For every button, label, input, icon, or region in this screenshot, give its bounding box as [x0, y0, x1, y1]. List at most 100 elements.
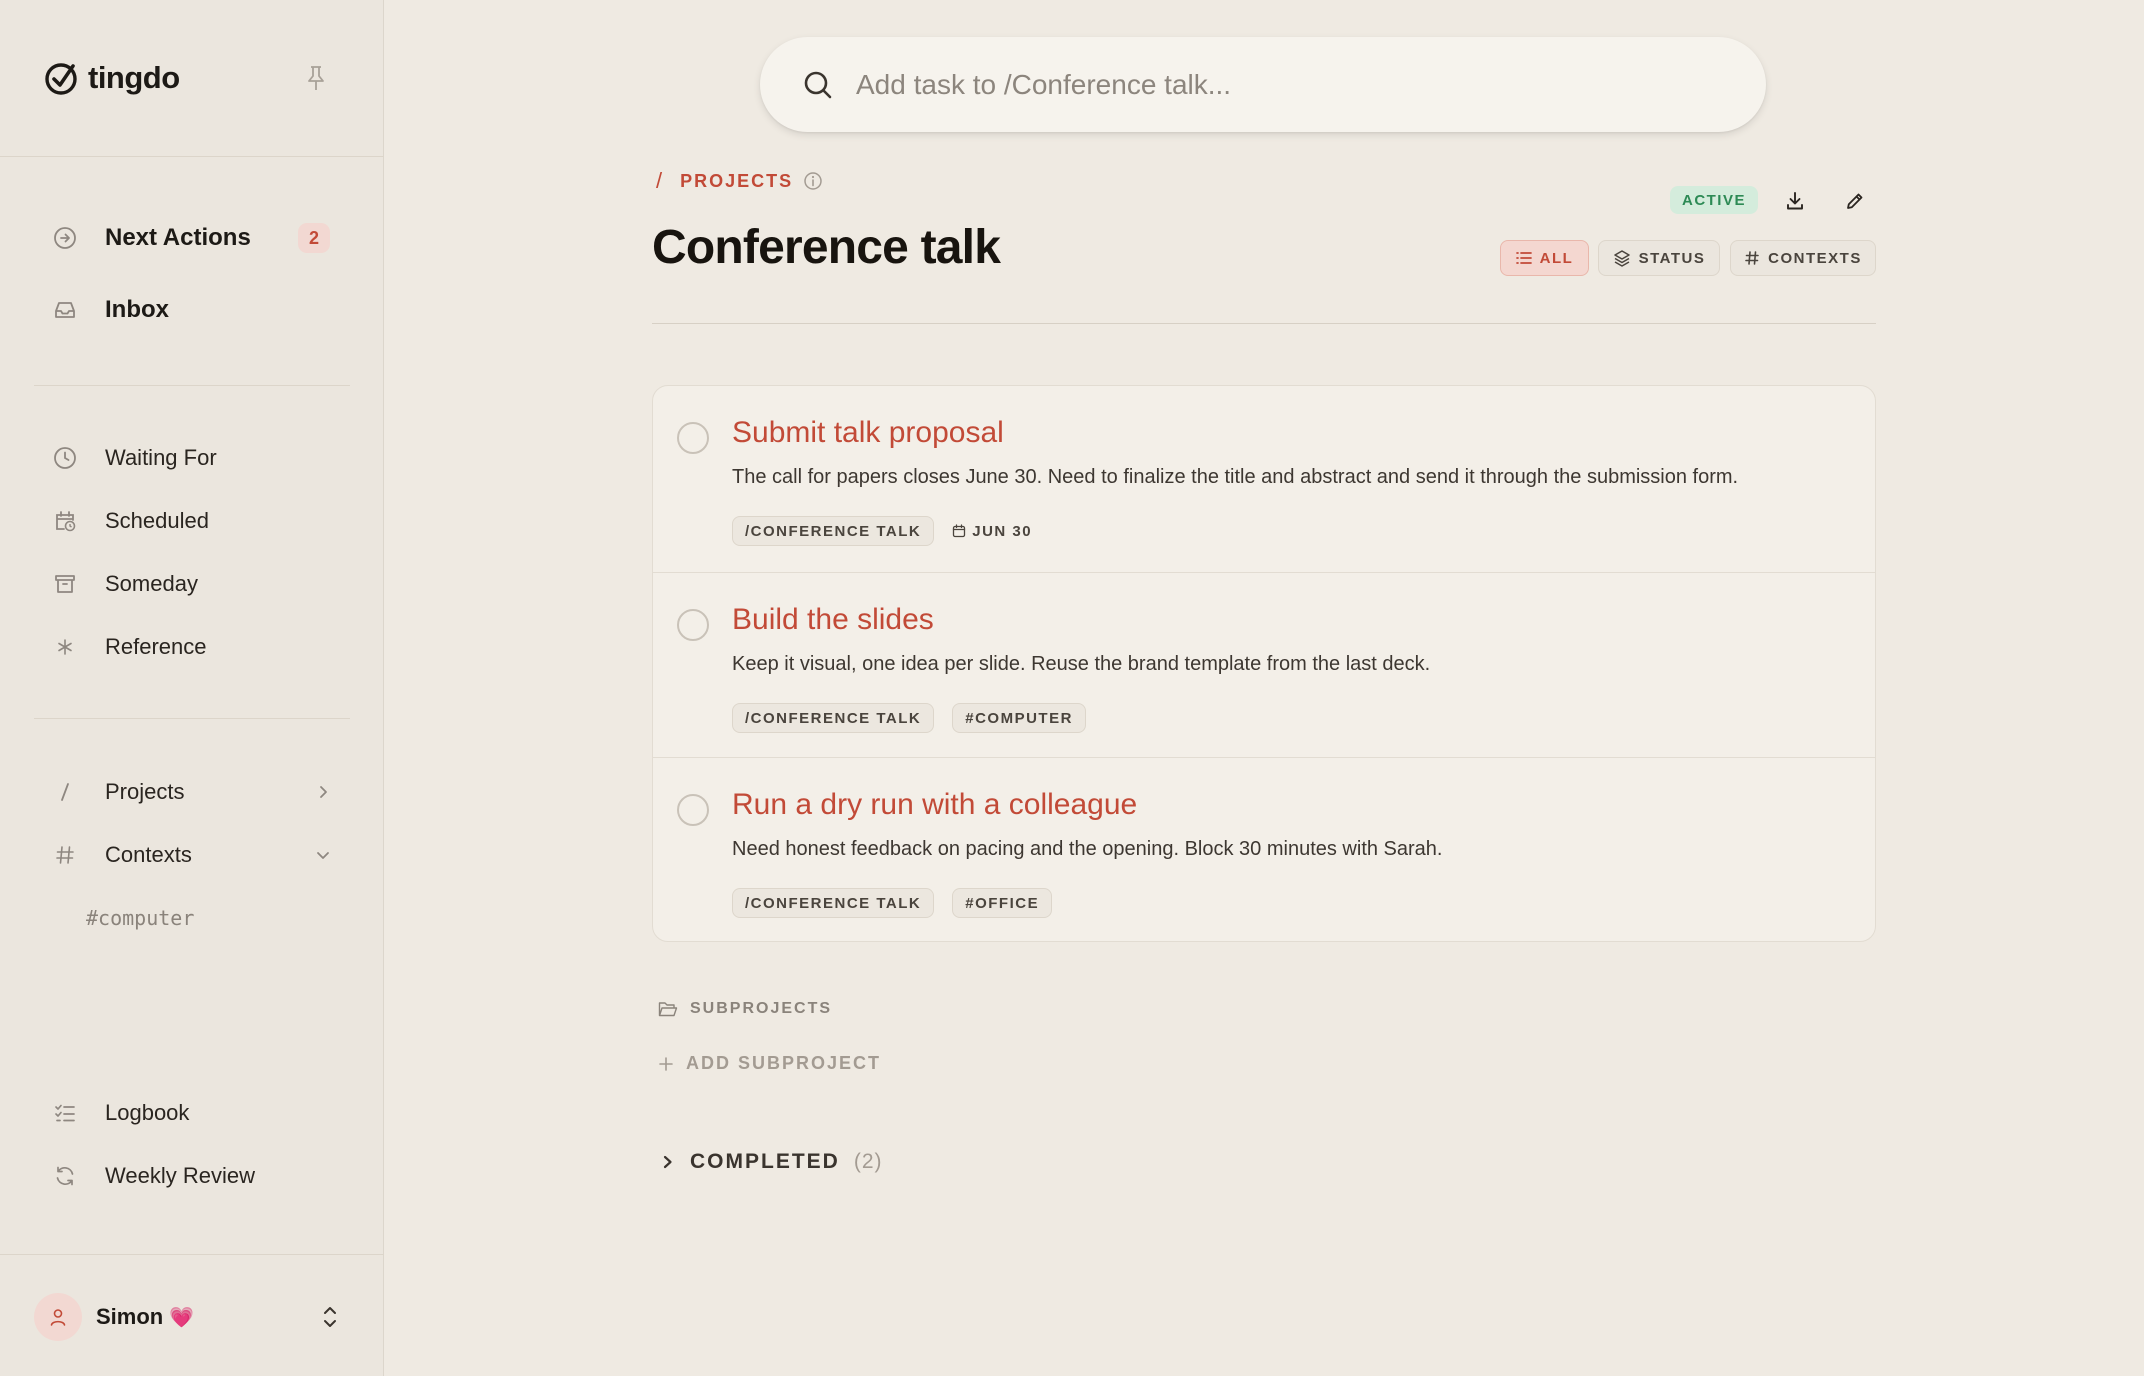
calendar-clock-icon	[52, 508, 78, 534]
pin-icon[interactable]	[304, 64, 328, 92]
task-checkbox[interactable]	[677, 422, 709, 454]
divider	[0, 1254, 384, 1255]
sidebar-item-weekly-review[interactable]: Weekly Review	[34, 1151, 350, 1201]
project-tag[interactable]: /CONFERENCE TALK	[732, 888, 935, 918]
project-tag[interactable]: /CONFERENCE TALK	[732, 516, 935, 546]
task-item[interactable]: Run a dry run with a colleague Need hone…	[653, 757, 1875, 941]
sidebar-item-projects[interactable]: Projects	[34, 767, 350, 817]
search-icon	[804, 71, 832, 98]
completed-toggle[interactable]: COMPLETED (2)	[660, 1150, 883, 1174]
add-task-bar[interactable]	[760, 37, 1766, 132]
sidebar-item-someday[interactable]: Someday	[34, 559, 350, 609]
slash-icon	[52, 779, 78, 805]
layers-icon	[1613, 250, 1630, 267]
due-date: JUN 30	[952, 523, 1032, 540]
user-icon	[50, 1309, 66, 1326]
task-description: Need honest feedback on pacing and the o…	[732, 838, 1443, 860]
chevron-right-icon	[663, 1155, 672, 1169]
task-item[interactable]: Submit talk proposal The call for papers…	[653, 386, 1875, 571]
task-description: Keep it visual, one idea per slide. Reus…	[732, 653, 1431, 675]
hash-icon	[1745, 251, 1759, 265]
task-title[interactable]: Submit talk proposal	[732, 416, 1004, 450]
folder-open-icon	[658, 1002, 678, 1017]
breadcrumb: / PROJECTS	[656, 168, 823, 194]
status-badge[interactable]: ACTIVE	[1670, 186, 1758, 214]
sidebar-item-label: Logbook	[105, 1100, 190, 1125]
page-title: Conference talk	[652, 221, 1001, 274]
breadcrumb-slash: /	[656, 168, 663, 193]
inbox-icon	[52, 297, 78, 323]
view-contexts-label: CONTEXTS	[1768, 249, 1862, 267]
sidebar-item-label: Projects	[105, 779, 185, 804]
sidebar-item-label: Scheduled	[105, 508, 209, 533]
clock-icon	[52, 445, 78, 471]
count-badge: 2	[298, 223, 330, 253]
divider	[0, 156, 384, 157]
user-menu[interactable]: Simon 💗	[34, 1292, 350, 1342]
context-tag[interactable]: #COMPUTER	[952, 703, 1086, 733]
sidebar-item-label: Weekly Review	[105, 1163, 255, 1188]
completed-label: COMPLETED	[690, 1150, 840, 1173]
sidebar-item-label: Inbox	[105, 296, 169, 323]
export-button[interactable]	[1780, 186, 1810, 216]
sidebar-item-contexts[interactable]: Contexts	[34, 830, 350, 880]
logo-check-icon	[45, 63, 77, 95]
header-divider	[652, 323, 1876, 324]
sidebar-item-label: Contexts	[105, 842, 192, 867]
sidebar-item-reference[interactable]: Reference	[34, 622, 350, 672]
sidebar-item-label: Someday	[105, 571, 198, 596]
task-tags: /CONFERENCE TALK #COMPUTER	[732, 703, 1086, 733]
refresh-icon	[52, 1163, 78, 1189]
divider	[34, 718, 350, 719]
chevron-right-icon[interactable]	[314, 783, 332, 801]
context-tag[interactable]: #OFFICE	[952, 888, 1053, 918]
subprojects-header: SUBPROJECTS	[658, 1000, 832, 1018]
sidebar-item-waiting-for[interactable]: Waiting For	[34, 433, 350, 483]
task-checkbox[interactable]	[677, 609, 709, 641]
sidebar-item-label: Reference	[105, 634, 207, 659]
heart-emoji: 💗	[169, 1306, 195, 1329]
view-all-button[interactable]: ALL	[1500, 240, 1589, 276]
task-description: The call for papers closes June 30. Need…	[732, 466, 1739, 488]
sidebar-item-logbook[interactable]: Logbook	[34, 1088, 350, 1138]
arrow-circle-icon	[52, 225, 78, 251]
info-icon[interactable]	[803, 171, 823, 191]
task-title[interactable]: Build the slides	[732, 603, 934, 637]
view-status-button[interactable]: STATUS	[1598, 240, 1720, 276]
list-icon	[1515, 252, 1532, 264]
chevron-up-down-icon[interactable]	[320, 1304, 340, 1330]
breadcrumb-projects[interactable]: PROJECTS	[680, 171, 793, 192]
archive-icon	[52, 571, 78, 597]
sidebar-item-scheduled[interactable]: Scheduled	[34, 496, 350, 546]
app-name: tingdo	[88, 60, 180, 95]
project-tag[interactable]: /CONFERENCE TALK	[732, 703, 935, 733]
task-checkbox[interactable]	[677, 794, 709, 826]
edit-button[interactable]	[1840, 186, 1870, 216]
task-list: Submit talk proposal The call for papers…	[652, 385, 1876, 942]
task-tags: /CONFERENCE TALK #OFFICE	[732, 888, 1053, 918]
hash-icon	[52, 842, 78, 868]
asterisk-icon	[52, 634, 78, 660]
avatar	[34, 1293, 82, 1341]
divider	[34, 385, 350, 386]
add-subproject-label: ADD SUBPROJECT	[686, 1053, 882, 1073]
chevron-down-icon[interactable]	[314, 846, 332, 864]
view-contexts-button[interactable]: CONTEXTS	[1730, 240, 1876, 276]
download-icon	[1787, 192, 1803, 210]
calendar-icon	[953, 524, 966, 538]
view-status-label: STATUS	[1638, 249, 1706, 267]
task-item[interactable]: Build the slides Keep it visual, one ide…	[653, 572, 1875, 757]
add-subproject-button[interactable]: ADD SUBPROJECT	[658, 1053, 881, 1074]
sidebar-item-label: Next Actions	[105, 224, 251, 251]
checklist-icon	[52, 1100, 78, 1126]
add-task-input[interactable]	[856, 68, 1716, 101]
subprojects-label: SUBPROJECTS	[690, 1000, 833, 1017]
view-all-label: ALL	[1539, 249, 1574, 267]
sidebar-item-inbox[interactable]: Inbox	[34, 285, 350, 335]
sidebar-item-next-actions[interactable]: Next Actions 2	[34, 213, 350, 263]
due-date-label: JUN 30	[972, 522, 1033, 540]
brand[interactable]: tingdo	[44, 56, 180, 100]
sidebar-context-computer[interactable]: #computer	[86, 906, 194, 930]
task-title[interactable]: Run a dry run with a colleague	[732, 788, 1137, 822]
completed-count: (2)	[853, 1150, 883, 1173]
